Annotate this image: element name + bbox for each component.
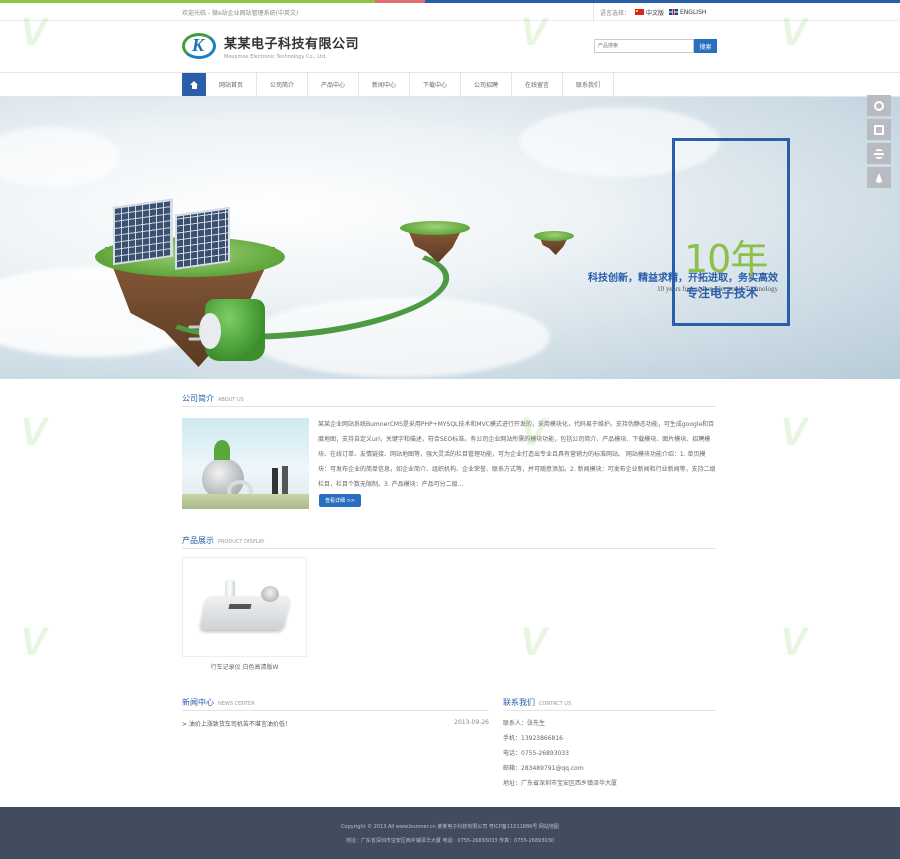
divider: [182, 406, 716, 407]
banner-big-number: 10年: [684, 237, 768, 281]
about-text: 某某企业网站系统BumnerCMS是采用PHP+MYSQL技术和MVC模式进行开…: [318, 421, 716, 488]
cloud: [0, 127, 120, 187]
uk-flag-icon: [669, 9, 679, 15]
contact-mobile: 手机：13923866816: [503, 735, 563, 742]
nav-item-contact[interactable]: 联系我们: [563, 73, 614, 96]
main-nav: 网站首页 公司简介 产品中心 新闻中心 下载中心 公司招聘 在线留言 联系我们: [0, 72, 900, 97]
banner-focus-text: 专注电子技术: [686, 286, 759, 300]
floating-toolbar: [867, 95, 891, 191]
footer-address: 地址：广东省深圳市宝安区西乡镇泽华大厦 电话：0755-26893033 传真：…: [345, 838, 555, 844]
about-image: [182, 418, 309, 509]
search-button[interactable]: 搜索: [694, 39, 717, 53]
footer: Copyright © 2013 All www.bumner.cn 某某电子科…: [0, 807, 900, 859]
contact-section-title: 联系我们 CONTACT US: [503, 697, 571, 708]
product-card[interactable]: [182, 557, 307, 657]
products-section-title: 产品展示 PRODUCT DISPLAY: [182, 535, 265, 546]
dashcam-product-image: [198, 580, 291, 634]
news-section-title: 新闻中心 NEWS CENTER: [182, 697, 255, 708]
company-name: 某某电子科技有限公司: [224, 36, 360, 52]
home-icon: [189, 80, 199, 89]
green-plug-icon: [188, 299, 265, 361]
products-title-cn: 产品展示: [182, 536, 214, 545]
watermark-logo: V: [780, 410, 807, 454]
site-logo[interactable]: K 某某电子科技有限公司 Mouxmou Electronic Technolo…: [182, 31, 359, 61]
nav-item-home[interactable]: 网站首页: [206, 73, 257, 96]
watermark-logo: V: [20, 410, 47, 454]
language-switcher: 语言选择： 中文版 ENGLISH: [593, 3, 706, 21]
share-button[interactable]: [867, 119, 891, 140]
more-button[interactable]: 查看详细 >>: [319, 494, 361, 507]
lang-chinese-label: 中文版: [646, 9, 665, 17]
about-section-title: 公司简介 ABOUT US: [182, 393, 244, 404]
lang-english-label: ENGLISH: [680, 8, 707, 16]
contact-phone: 电话：0755-26893033: [503, 750, 569, 757]
welcome-text: 欢迎光临 - 微e站企业网站管理系统(中英文): [182, 10, 299, 17]
contact-info: 联系人：张先生 手机：13923866816 电话：0755-26893033 …: [503, 716, 617, 791]
nav-item-about[interactable]: 公司简介: [257, 73, 308, 96]
divider: [182, 548, 716, 549]
about-title-cn: 公司简介: [182, 394, 214, 403]
news-title-en: NEWS CENTER: [218, 701, 255, 707]
about-title-en: ABOUT US: [218, 397, 244, 403]
news-item-date: 2013-09-26: [454, 719, 489, 726]
contact-title-en: CONTACT US: [539, 701, 572, 707]
watermark-logo: V: [520, 620, 547, 664]
small-island-illustration: [534, 227, 574, 257]
nav-item-products[interactable]: 产品中心: [308, 73, 359, 96]
divider: [182, 710, 489, 711]
header: K 某某电子科技有限公司 Mouxmou Electronic Technolo…: [0, 21, 900, 72]
nav-item-jobs[interactable]: 公司招聘: [461, 73, 512, 96]
news-title-cn: 新闻中心: [182, 698, 214, 707]
nav-item-download[interactable]: 下载中心: [410, 73, 461, 96]
contact-title-cn: 联系我们: [503, 698, 535, 707]
contact-person: 联系人：张先生: [503, 720, 546, 727]
back-to-top-button[interactable]: [867, 167, 891, 188]
customer-service-button[interactable]: [867, 95, 891, 116]
lang-chinese-link[interactable]: 中文版: [635, 8, 664, 17]
watermark-logo: V: [780, 620, 807, 664]
lang-english-link[interactable]: ENGLISH: [669, 9, 706, 16]
news-item-title[interactable]: > 油价上涨致货车司机苦不堪言油价低！: [182, 719, 291, 728]
footer-copyright: Copyright © 2013 All www.bumner.cn 某某电子科…: [341, 824, 559, 830]
utility-bar: 欢迎光临 - 微e站企业网站管理系统(中英文) 语言选择： 中文版 ENGLIS…: [0, 3, 900, 21]
china-flag-icon: [635, 9, 645, 15]
product-name[interactable]: 行车记录仪 白色高清版W: [182, 662, 307, 671]
contact-address: 地址：广东省深圳市宝安区西乡镇泽华大厦: [503, 780, 618, 787]
headset-icon: [874, 100, 884, 111]
k-logo-icon: K: [182, 31, 216, 61]
news-item[interactable]: > 油价上涨致货车司机苦不堪言油价低！ 2013-09-26: [182, 719, 489, 728]
rocket-icon: [875, 172, 883, 183]
nav-item-news[interactable]: 新闻中心: [359, 73, 410, 96]
qrcode-icon: [874, 148, 884, 159]
search-box: 搜索: [594, 39, 717, 53]
search-input[interactable]: [594, 39, 694, 53]
language-label: 语言选择：: [600, 9, 631, 17]
company-name-en: Mouxmou Electronic Technology Co., Ltd.: [224, 53, 327, 60]
qrcode-button[interactable]: [867, 143, 891, 164]
nav-home-button[interactable]: [182, 73, 206, 96]
watermark-logo: V: [20, 620, 47, 664]
products-title-en: PRODUCT DISPLAY: [218, 539, 265, 545]
divider: [503, 710, 716, 711]
share-icon: [874, 124, 884, 135]
contact-email: 邮箱：283489791@qq.com: [503, 765, 584, 772]
nav-item-message[interactable]: 在线留言: [512, 73, 563, 96]
